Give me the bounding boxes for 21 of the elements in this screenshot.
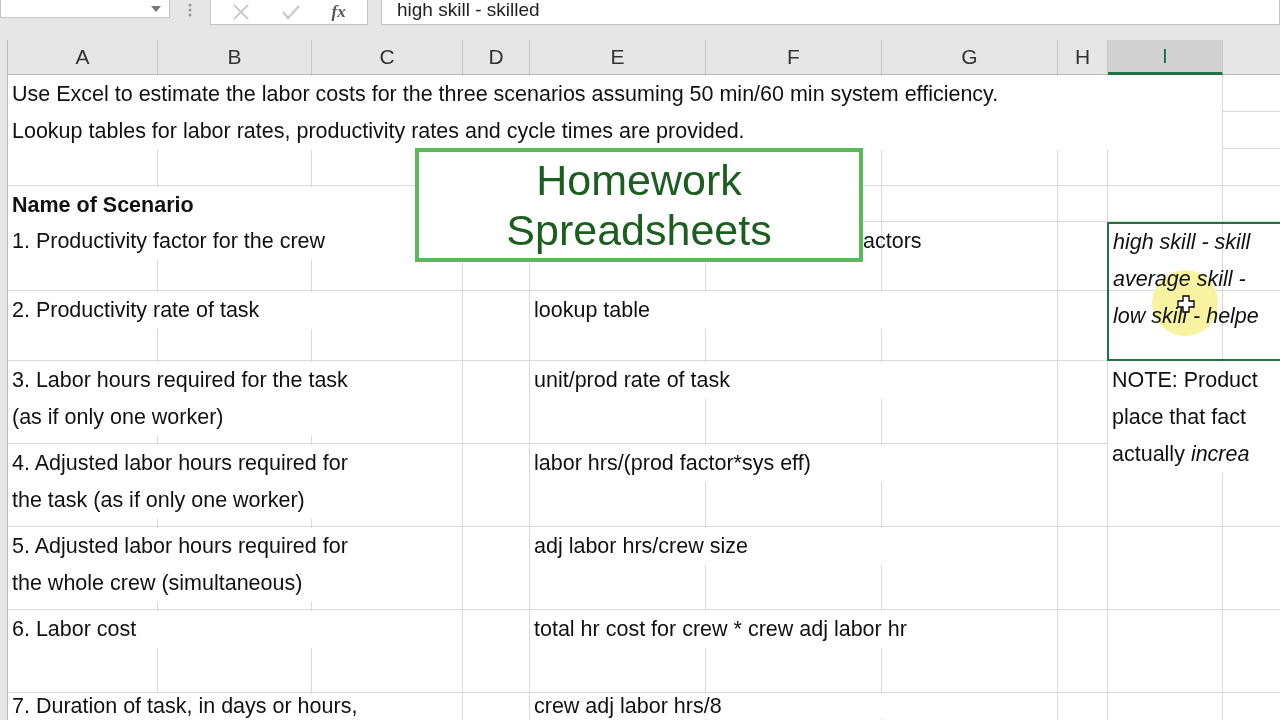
column-header[interactable]: A	[8, 40, 158, 75]
column-header[interactable]: I	[1108, 40, 1223, 75]
column-header[interactable]: C	[312, 40, 463, 75]
check-icon[interactable]	[280, 3, 301, 21]
intro-text: Use Excel to estimate the labor costs for the three scenarios assuming 50 min/60 min system efficiency.	[8, 76, 1222, 113]
caret-icon	[151, 5, 161, 12]
grip-icon[interactable]	[188, 3, 192, 17]
insert-function-button[interactable]: fx	[331, 2, 346, 22]
column-header[interactable]	[1223, 40, 1280, 75]
overlay-title: Homework Spreadsheets	[415, 148, 863, 262]
formula-field[interactable]: high skill - skilled	[381, 0, 1280, 25]
intro-text: Lookup tables for labor rates, productivity rates and cycle times are provided.	[8, 113, 1222, 150]
column-header[interactable]: E	[530, 40, 706, 75]
column-header[interactable]: H	[1058, 40, 1108, 75]
cancel-icon[interactable]	[232, 3, 251, 21]
name-box[interactable]	[0, 0, 170, 18]
column-header[interactable]: G	[882, 40, 1058, 75]
column-header[interactable]: F	[706, 40, 882, 75]
column-header[interactable]: D	[463, 40, 530, 75]
column-header[interactable]: B	[158, 40, 312, 75]
note-text: NOTE: Product place that fact actually increa	[1108, 362, 1280, 473]
